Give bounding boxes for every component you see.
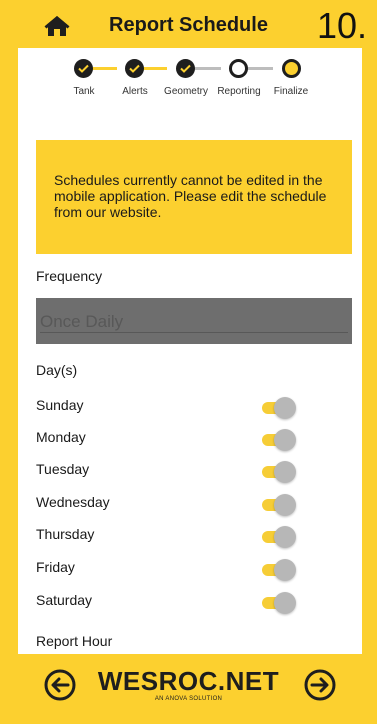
select-underline <box>40 332 348 333</box>
check-icon <box>180 64 191 73</box>
step-finalize-label: Finalize <box>273 86 309 97</box>
day-label-tuesday: Tuesday <box>36 461 90 477</box>
toggle-thursday[interactable] <box>262 526 296 548</box>
toggle-saturday[interactable] <box>262 592 296 614</box>
day-label-thursday: Thursday <box>36 526 95 542</box>
frequency-select[interactable]: Once Daily <box>36 298 352 344</box>
step-tank-dot[interactable] <box>74 59 93 78</box>
arrow-right-circle-icon[interactable] <box>304 669 336 701</box>
step-geometry-dot[interactable] <box>176 59 195 78</box>
day-label-wednesday: Wednesday <box>36 494 110 510</box>
step-alerts-dot[interactable] <box>125 59 144 78</box>
toggle-tuesday[interactable] <box>262 461 296 483</box>
day-label-friday: Friday <box>36 559 75 575</box>
frequency-value: Once Daily <box>40 312 124 331</box>
report-hour-label: Report Hour <box>36 633 113 649</box>
check-icon <box>129 64 140 73</box>
toggle-monday[interactable] <box>262 429 296 451</box>
days-label: Day(s) <box>36 362 78 378</box>
check-icon <box>78 64 89 73</box>
day-label-saturday: Saturday <box>36 592 93 608</box>
day-label-sunday: Sunday <box>36 397 84 413</box>
progress-stepper: Tank Alerts Geometry Reporting Finalize <box>18 48 362 108</box>
footer: WESROC.NET AN ANOVA SOLUTION <box>0 654 377 724</box>
notice-text: Schedules currently cannot be edited in … <box>54 172 327 220</box>
day-label-monday: Monday <box>36 429 86 445</box>
frequency-label: Frequency <box>36 268 103 284</box>
step-number: 10. <box>316 5 367 46</box>
step-reporting-dot[interactable] <box>229 59 248 78</box>
step-finalize-dot[interactable] <box>282 59 301 78</box>
toggle-sunday[interactable] <box>262 397 296 419</box>
notice-banner: Schedules currently cannot be edited in … <box>36 140 352 254</box>
content-panel: Tank Alerts Geometry Reporting Finalize … <box>18 48 362 654</box>
header: Report Schedule 10. <box>0 0 377 48</box>
toggle-friday[interactable] <box>262 559 296 581</box>
toggle-wednesday[interactable] <box>262 494 296 516</box>
app-screen: Report Schedule 10. Tank Alerts Geometry <box>0 0 377 724</box>
